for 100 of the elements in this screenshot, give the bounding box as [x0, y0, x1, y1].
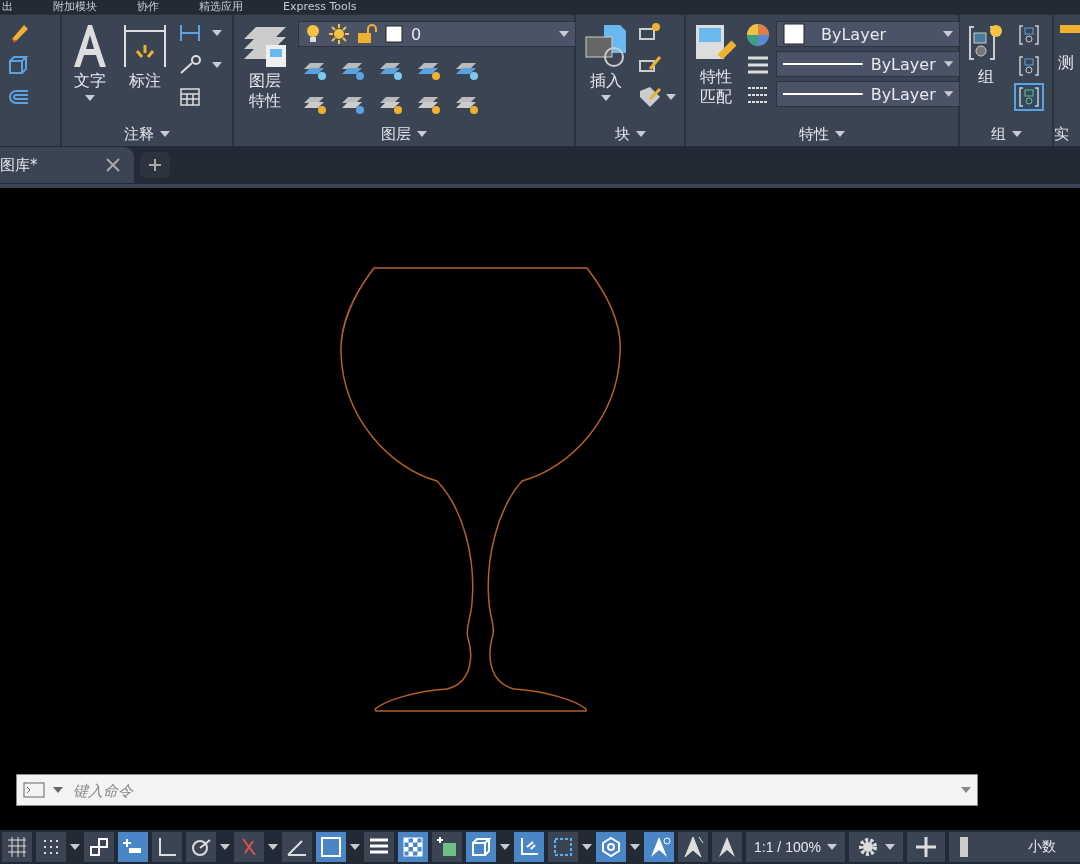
- close-icon: [106, 158, 120, 172]
- status-toggle-button[interactable]: [596, 832, 626, 862]
- status-toggle-button[interactable]: [152, 832, 182, 862]
- caret-icon: [53, 787, 63, 793]
- dimension-icon: [122, 23, 168, 67]
- linetype-dropdown[interactable]: ByLayer: [776, 51, 960, 77]
- linetype-value: ByLayer: [870, 54, 936, 74]
- unlocked-padlock-icon: [357, 24, 377, 44]
- caret-icon: [85, 95, 95, 101]
- status-caret-button[interactable]: [70, 844, 80, 850]
- group-icon: [968, 23, 1004, 63]
- caret-icon: [70, 844, 80, 850]
- caret-icon: [943, 61, 953, 67]
- caret-icon: [943, 31, 953, 37]
- bracketed-shapes-icon: [1019, 86, 1039, 108]
- lineweight-dropdown[interactable]: ByLayer: [776, 81, 960, 107]
- status-caret-button[interactable]: [630, 844, 640, 850]
- caret-icon: [961, 787, 971, 793]
- terminal-icon: [23, 782, 45, 798]
- status-toggle-button[interactable]: [2, 832, 32, 862]
- bracketed-shapes-icon: [1019, 55, 1039, 77]
- caret-icon: [212, 62, 222, 68]
- text-button[interactable]: 文字: [68, 21, 112, 103]
- status-caret-button[interactable]: [220, 844, 230, 850]
- status-tool-icon: [681, 835, 705, 859]
- dimension-button[interactable]: 标注: [120, 21, 170, 93]
- panel-title: 图层: [381, 124, 411, 144]
- color-wheel-icon: [746, 23, 770, 47]
- color-swatch-icon: [385, 25, 403, 43]
- caret-icon: [835, 131, 845, 137]
- menu-item[interactable]: Express Tools: [283, 1, 357, 13]
- status-toggle-button[interactable]: [548, 832, 578, 862]
- ruler-icon: [958, 836, 969, 858]
- status-toggle-button[interactable]: [514, 832, 544, 862]
- match-properties-button[interactable]: 特性 匹配: [692, 21, 740, 109]
- group-tool-button[interactable]: [1014, 83, 1044, 111]
- status-tool-icon: [401, 835, 425, 859]
- caret-icon: [635, 131, 646, 137]
- caret-icon: [826, 844, 837, 850]
- status-toggle-button[interactable]: [118, 832, 148, 862]
- file-tab[interactable]: 图库*: [0, 147, 134, 183]
- status-toggle-button[interactable]: [678, 832, 708, 862]
- status-toggle-button[interactable]: [234, 832, 264, 862]
- layer-name: 0: [411, 24, 423, 44]
- caret-icon: [666, 94, 676, 100]
- status-caret-button[interactable]: [268, 844, 278, 850]
- status-toggle-button[interactable]: [186, 832, 216, 862]
- status-tool-icon: [5, 835, 29, 859]
- status-tool-icon: [469, 835, 493, 859]
- status-caret-button[interactable]: [350, 844, 360, 850]
- insert-block-icon: [584, 23, 628, 67]
- caret-icon: [350, 844, 360, 850]
- layer-dropdown[interactable]: 0: [298, 21, 576, 47]
- caret-icon: [1011, 131, 1022, 137]
- caret-icon: [417, 131, 427, 137]
- status-tool-icon: [87, 835, 111, 859]
- caret-icon: [212, 30, 222, 36]
- caret-icon: [630, 844, 640, 850]
- caret-icon: [582, 844, 592, 850]
- command-line-field[interactable]: 键入命令: [16, 774, 978, 806]
- status-caret-button[interactable]: [582, 844, 592, 850]
- lightbulb-icon: [305, 24, 321, 44]
- status-toggle-button[interactable]: [466, 832, 496, 862]
- menu-item[interactable]: 附加模块: [53, 1, 97, 13]
- leader-icon: [178, 53, 202, 77]
- status-toggle-button[interactable]: [36, 832, 66, 862]
- customize-button[interactable]: [906, 832, 945, 862]
- status-toggle-button[interactable]: [84, 832, 114, 862]
- status-toggle-button[interactable]: [712, 832, 742, 862]
- panel-title: 块: [614, 124, 630, 144]
- caret-icon: [268, 844, 278, 850]
- line-sample-icon: [783, 92, 863, 96]
- status-toggle-button[interactable]: [316, 832, 346, 862]
- caret-icon: [884, 844, 895, 850]
- status-tool-icon: [551, 835, 575, 859]
- caret-icon: [559, 31, 569, 37]
- layer-properties-button[interactable]: 图层 特性: [240, 21, 290, 113]
- measure-button[interactable]: 测: [1058, 43, 1074, 73]
- color-swatch-icon: [783, 23, 805, 45]
- insert-button[interactable]: 插入: [582, 21, 630, 103]
- menu-item[interactable]: 精选应用: [199, 1, 243, 13]
- color-dropdown[interactable]: ByLayer: [776, 21, 960, 47]
- settings-icon: [856, 836, 879, 858]
- status-tool-icon: [319, 835, 343, 859]
- status-toggle-button[interactable]: [398, 832, 428, 862]
- status-toggle-button[interactable]: [364, 832, 394, 862]
- settings-button[interactable]: [848, 832, 903, 862]
- status-caret-button[interactable]: [500, 844, 510, 850]
- new-tab-button[interactable]: [140, 152, 170, 178]
- units-button[interactable]: 小数: [948, 832, 1080, 862]
- group-button[interactable]: 组: [966, 21, 1006, 89]
- panel-title: 注释: [124, 124, 154, 144]
- annotation-scale-button[interactable]: 1:1 / 100%: [746, 832, 845, 862]
- status-toggle-button[interactable]: [644, 832, 674, 862]
- menu-item[interactable]: 协作: [137, 1, 159, 13]
- status-toggle-button[interactable]: [282, 832, 312, 862]
- status-toggle-button[interactable]: [432, 832, 462, 862]
- menu-item[interactable]: 出: [2, 1, 13, 13]
- panel-title: 特性: [799, 124, 829, 144]
- caret-icon: [220, 844, 230, 850]
